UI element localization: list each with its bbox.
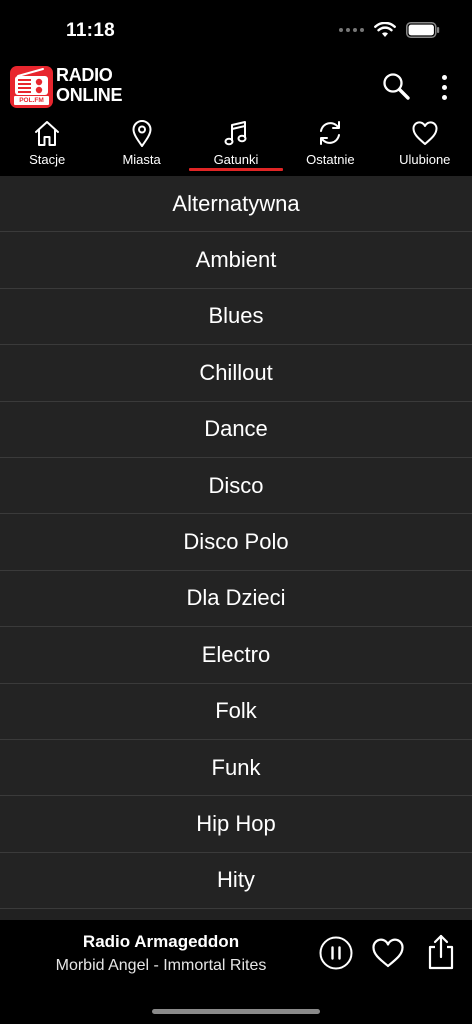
location-pin-icon <box>127 118 157 148</box>
tab-label: Ostatnie <box>306 152 355 167</box>
genre-item[interactable]: Electro <box>0 627 472 684</box>
genre-list: Alternatywna Ambient Blues Chillout Danc… <box>0 176 472 920</box>
search-button[interactable] <box>380 70 414 104</box>
home-icon <box>32 118 62 148</box>
wifi-icon <box>374 22 396 37</box>
genre-item[interactable]: Funk <box>0 739 472 797</box>
pause-icon <box>319 936 353 970</box>
radio-logo-icon <box>15 68 48 95</box>
signal-icon <box>339 28 364 32</box>
tab-miasta[interactable]: Miasta <box>94 114 188 176</box>
app-title: RADIO ONLINE <box>56 65 123 105</box>
dot <box>441 74 447 80</box>
heart-icon <box>410 118 440 148</box>
tab-label: Stacje <box>29 152 66 167</box>
share-button[interactable] <box>424 933 458 971</box>
tab-stacje[interactable]: Stacje <box>0 114 94 176</box>
genre-item[interactable]: Blues <box>0 288 472 346</box>
genre-item[interactable]: Hity <box>0 852 472 910</box>
tab-label: Gatunki <box>213 152 259 167</box>
more-menu-button[interactable] <box>432 70 456 104</box>
player-station-name: Radio Armageddon <box>82 932 240 951</box>
genre-item[interactable]: Alternatywna <box>0 176 472 233</box>
music-note-icon <box>221 118 251 148</box>
player-track-title: Morbid Angel - Immortal Rites <box>55 957 267 974</box>
app-title-line1: RADIO <box>56 65 113 85</box>
tab-gatunki[interactable]: Gatunki <box>189 114 283 176</box>
app-title-line2: ONLINE <box>56 85 123 105</box>
tab-label: Miasta <box>122 152 161 167</box>
heart-icon <box>372 938 404 968</box>
battery-icon <box>406 22 440 38</box>
status-time: 11:18 <box>66 20 116 41</box>
genre-item[interactable]: Folk <box>0 683 472 740</box>
genre-item[interactable]: Disco Polo <box>0 514 472 571</box>
genre-item[interactable]: Disco <box>0 457 472 515</box>
genre-item[interactable]: Hip Hop <box>0 796 472 853</box>
genre-item[interactable]: Chillout <box>0 345 472 402</box>
home-indicator <box>152 1009 320 1014</box>
genre-item[interactable]: Ambient <box>0 232 472 289</box>
favorite-button[interactable] <box>370 935 406 971</box>
share-icon <box>428 934 454 970</box>
active-tab-indicator <box>189 168 283 171</box>
logo-badge: POL.FM <box>14 96 49 105</box>
search-icon <box>383 73 410 100</box>
refresh-icon <box>315 118 345 148</box>
tab-ulubione[interactable]: Ulubione <box>378 114 472 176</box>
dot <box>441 94 447 100</box>
tab-bar: Stacje Miasta Gatunki Ostatnie Ulubione <box>0 114 472 176</box>
genre-item[interactable]: Dla Dzieci <box>0 570 472 628</box>
status-icons <box>339 22 440 38</box>
tab-ostatnie[interactable]: Ostatnie <box>283 114 377 176</box>
dot <box>441 84 447 90</box>
tab-label: Ulubione <box>399 152 451 167</box>
pause-button[interactable] <box>318 935 354 971</box>
app-logo: POL.FM <box>10 66 53 108</box>
genre-item[interactable]: Dance <box>0 401 472 458</box>
status-bar: 11:18 <box>0 0 472 58</box>
app-header: POL.FM RADIO ONLINE <box>0 58 472 114</box>
